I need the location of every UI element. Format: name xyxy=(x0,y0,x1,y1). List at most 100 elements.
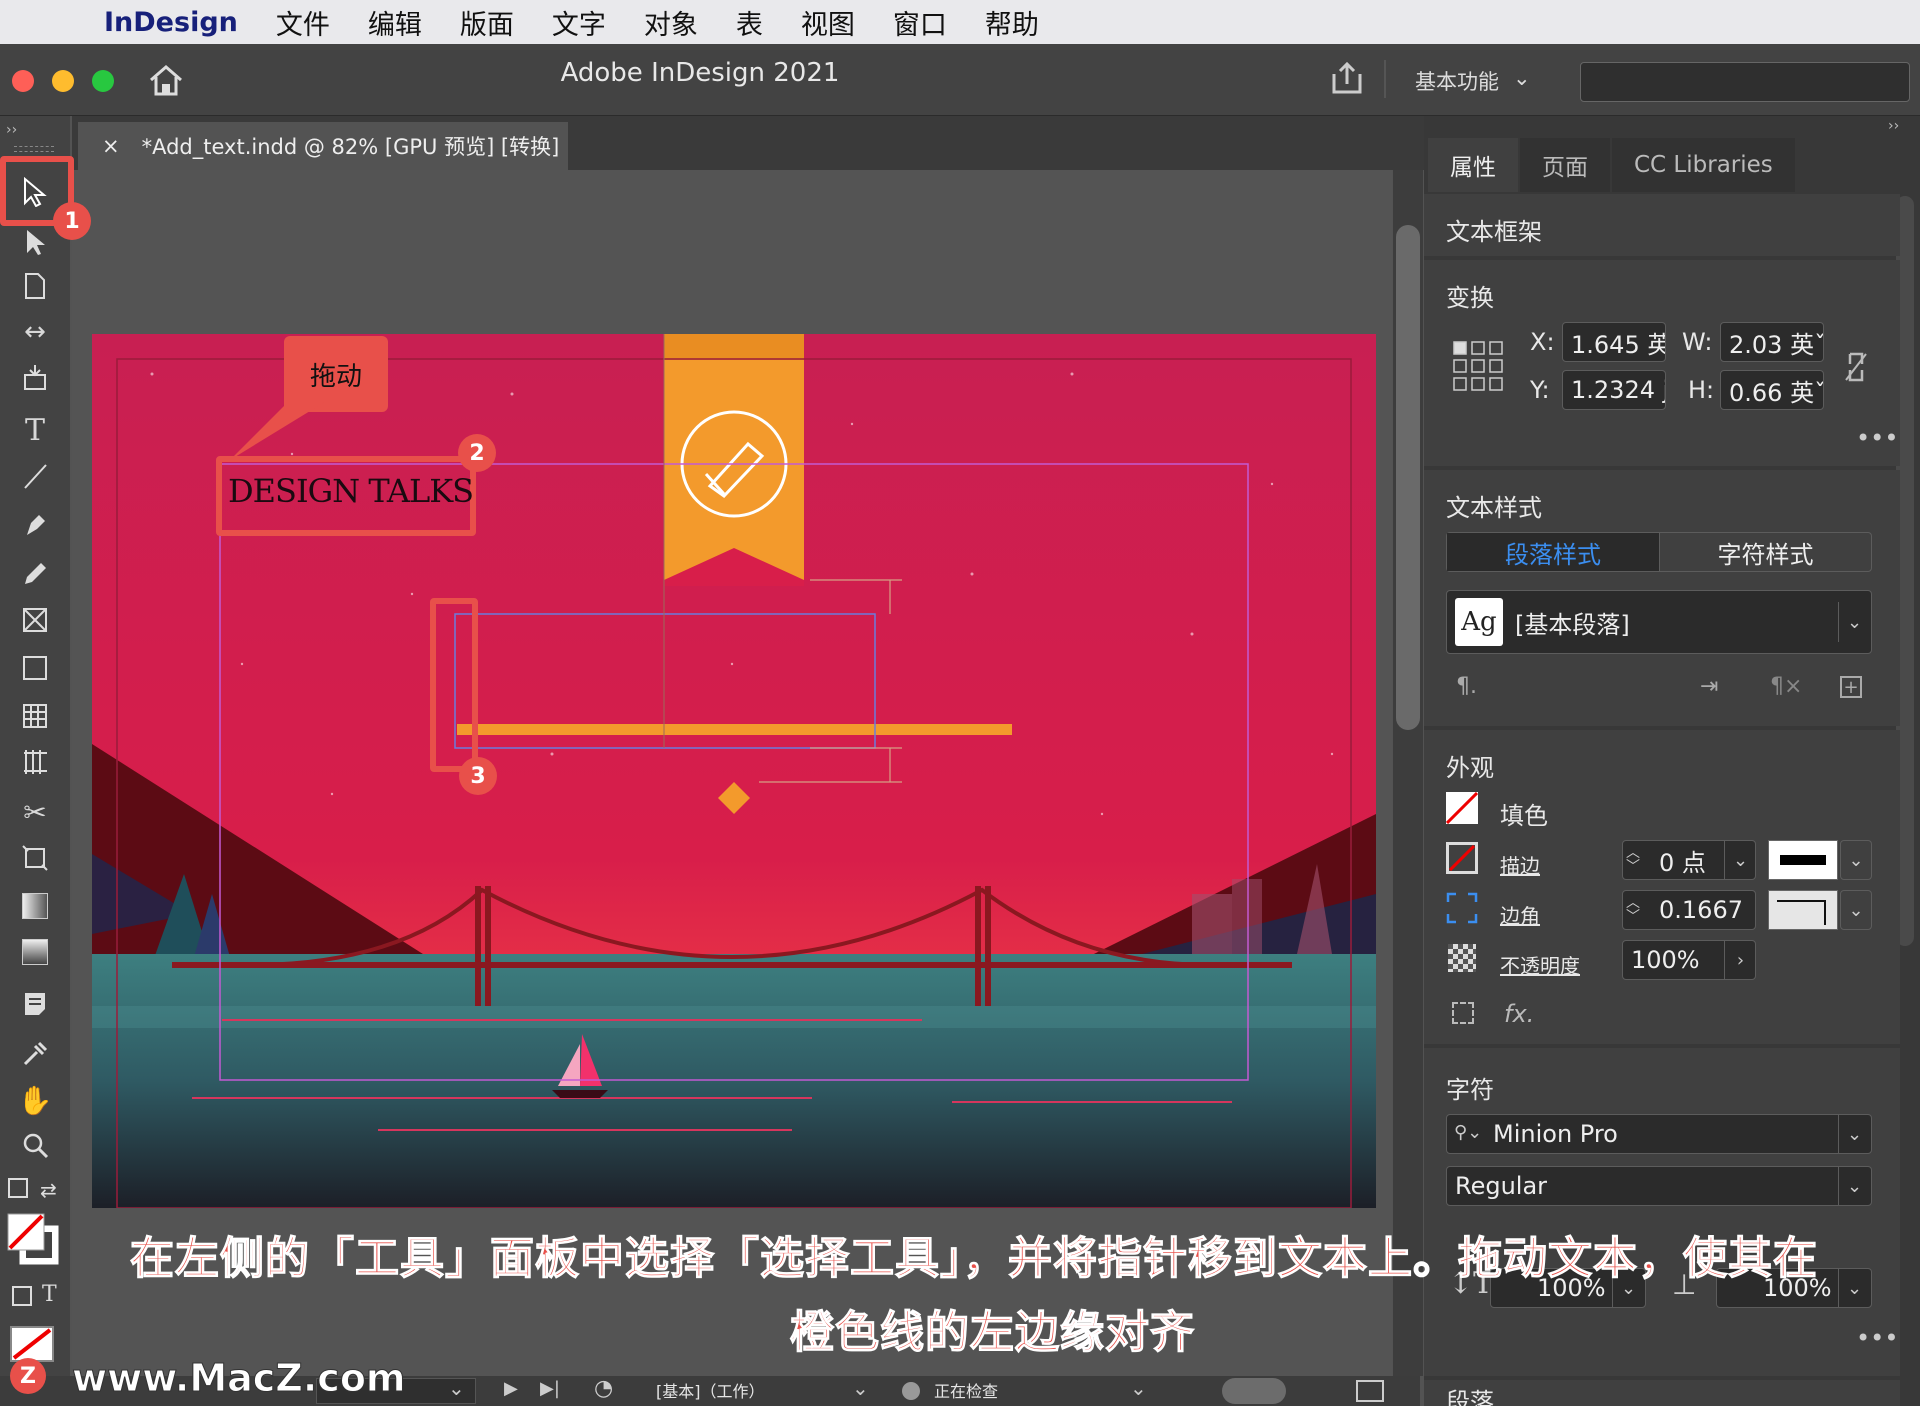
x-position-field[interactable]: 1.645 英 xyxy=(1562,322,1666,362)
chevron-down-icon[interactable]: ⌄ xyxy=(1838,1166,1870,1206)
more-options-icon[interactable]: ••• xyxy=(1856,424,1898,452)
direct-selection-tool-icon[interactable] xyxy=(12,222,58,262)
workspace-switcher[interactable]: 基本功能 ⌄ xyxy=(1415,66,1531,96)
menu-window[interactable]: 窗口 xyxy=(893,3,947,42)
chevron-down-icon[interactable]: ⌄ xyxy=(1838,1114,1870,1154)
tab-properties[interactable]: 属性 xyxy=(1428,138,1518,192)
chevron-right-icon[interactable]: › xyxy=(1724,940,1756,980)
paragraph-style-dropdown[interactable]: Ag [基本段落] xyxy=(1446,590,1872,654)
menu-edit[interactable]: 编辑 xyxy=(368,3,422,42)
panel-grip[interactable] xyxy=(14,146,54,152)
chevron-down-icon[interactable]: ⌄ xyxy=(852,1376,869,1400)
horizontal-scrollbar-thumb[interactable] xyxy=(1222,1378,1286,1404)
expand-panel-icon[interactable]: ›› xyxy=(1888,118,1899,134)
stroke-label[interactable]: 描边 xyxy=(1500,850,1540,879)
apply-none-icon[interactable] xyxy=(10,1326,54,1362)
constrain-proportions-icon[interactable] xyxy=(1842,350,1870,388)
default-colors-icon[interactable] xyxy=(8,1178,28,1198)
search-input[interactable] xyxy=(1580,62,1910,102)
table-tool-icon[interactable] xyxy=(12,696,58,736)
scrollbar-thumb[interactable] xyxy=(1396,225,1420,730)
chevron-down-icon[interactable]: ⌄ xyxy=(1838,602,1870,642)
fx-icon[interactable]: fx. xyxy=(1504,1000,1534,1028)
close-icon[interactable]: × xyxy=(102,134,120,158)
chevron-down-icon[interactable]: ⌄ xyxy=(1840,840,1872,880)
content-collector-icon[interactable] xyxy=(12,358,58,398)
stroke-swatch-icon[interactable] xyxy=(1446,842,1478,874)
free-transform-tool-icon[interactable] xyxy=(12,838,58,878)
menu-object[interactable]: 对象 xyxy=(644,3,698,42)
reference-point-icon[interactable] xyxy=(1452,340,1504,396)
tab-cc-libraries[interactable]: CC Libraries xyxy=(1612,138,1795,192)
preflight-label[interactable]: 正在检查 xyxy=(934,1378,998,1402)
document-tab[interactable]: × *Add_text.indd @ 82% [GPU 预览] [转换] xyxy=(78,122,568,170)
menu-view[interactable]: 视图 xyxy=(801,3,855,42)
home-icon[interactable] xyxy=(148,64,184,100)
menu-type[interactable]: 文字 xyxy=(552,3,606,42)
zoom-tool-icon[interactable] xyxy=(12,1126,58,1166)
minimize-window-button[interactable] xyxy=(52,70,74,92)
pen-tool-icon[interactable] xyxy=(12,504,58,544)
tab-pages[interactable]: 页面 xyxy=(1520,138,1610,192)
more-options-icon[interactable]: ••• xyxy=(1856,1324,1898,1352)
scissors-tool-icon[interactable]: ✂ xyxy=(12,792,58,832)
last-page-icon[interactable]: ▶| xyxy=(540,1378,560,1399)
corner-options-icon[interactable] xyxy=(1446,892,1478,928)
corner-shape-dropdown[interactable] xyxy=(1768,890,1838,930)
share-icon[interactable] xyxy=(1330,60,1364,100)
stroke-stepper-icon[interactable]: ︿ ﹀ xyxy=(1626,846,1640,874)
gap-tool-icon[interactable]: ↔ xyxy=(12,312,58,352)
line-tool-icon[interactable] xyxy=(12,456,58,496)
zoom-window-button[interactable] xyxy=(92,70,114,92)
split-window-icon[interactable] xyxy=(1356,1380,1384,1402)
grid-tool-icon[interactable] xyxy=(12,742,58,782)
rectangle-frame-tool-icon[interactable] xyxy=(12,600,58,640)
object-effects-icon[interactable] xyxy=(1452,1002,1474,1024)
design-talks-text-frame[interactable]: DESIGN TALKS xyxy=(228,472,474,510)
fill-stroke-swatch[interactable] xyxy=(6,1212,62,1266)
paragraph-icon[interactable]: ¶. xyxy=(1456,674,1477,699)
font-style-dropdown[interactable]: Regular xyxy=(1446,1166,1872,1206)
formatting-container-icon[interactable] xyxy=(12,1286,32,1306)
note-tool-icon[interactable] xyxy=(12,984,58,1024)
menu-file[interactable]: 文件 xyxy=(276,3,330,42)
stroke-type-dropdown[interactable] xyxy=(1768,840,1838,880)
chevron-down-icon[interactable]: ⌄ xyxy=(1724,840,1756,880)
corner-size-field[interactable]: 0.1667 xyxy=(1622,890,1756,930)
rectangle-tool-icon[interactable] xyxy=(12,648,58,688)
opacity-label[interactable]: 不透明度 xyxy=(1500,950,1580,979)
menu-layout[interactable]: 版面 xyxy=(460,3,514,42)
formatting-text-icon[interactable]: T xyxy=(42,1282,57,1307)
page-tool-icon[interactable] xyxy=(12,266,58,306)
chevron-down-icon[interactable]: ⌄ xyxy=(448,1376,465,1400)
next-page-icon[interactable]: ▶ xyxy=(504,1378,518,1399)
hand-tool-icon[interactable]: ✋ xyxy=(12,1080,58,1120)
menu-table[interactable]: 表 xyxy=(736,3,763,42)
new-style-icon[interactable]: + xyxy=(1840,676,1862,698)
collapse-panel-icon[interactable]: ›› xyxy=(6,122,17,138)
character-style-tab[interactable]: 字符样式 xyxy=(1659,533,1871,571)
gradient-swatch-tool-icon[interactable] xyxy=(12,886,58,926)
paragraph-style-tab[interactable]: 段落样式 xyxy=(1447,533,1659,571)
swap-colors-icon[interactable]: ⇄ xyxy=(40,1178,57,1202)
pencil-tool-icon[interactable] xyxy=(12,552,58,592)
corner-label[interactable]: 边角 xyxy=(1500,900,1540,929)
menu-help[interactable]: 帮助 xyxy=(985,3,1039,42)
gradient-feather-tool-icon[interactable] xyxy=(12,932,58,972)
y-position-field[interactable]: 1.2324 j xyxy=(1562,370,1666,410)
corner-stepper-icon[interactable]: ︿ ﹀ xyxy=(1626,896,1640,924)
clear-overrides-icon[interactable]: ¶× xyxy=(1770,674,1802,699)
eyedropper-tool-icon[interactable] xyxy=(12,1032,58,1072)
chevron-down-icon[interactable]: ⌄ xyxy=(1838,1268,1870,1308)
width-field[interactable]: 2.03 英ˇ xyxy=(1720,322,1824,362)
load-styles-icon[interactable]: ⇥ xyxy=(1700,674,1718,699)
menu-app-name[interactable]: InDesign xyxy=(104,7,238,38)
font-search-icon[interactable]: ⚲⌄ xyxy=(1454,1122,1482,1143)
font-family-dropdown[interactable]: Minion Pro xyxy=(1446,1114,1872,1154)
chevron-down-icon[interactable]: ⌄ xyxy=(1840,890,1872,930)
type-tool-icon[interactable]: T xyxy=(12,410,58,450)
fill-swatch-icon[interactable] xyxy=(1445,791,1479,825)
page-style-label[interactable]: [基本]（工作） xyxy=(656,1378,765,1402)
chevron-down-icon[interactable]: ⌄ xyxy=(1130,1376,1147,1400)
height-field[interactable]: 0.66 英ˇ xyxy=(1720,370,1824,410)
